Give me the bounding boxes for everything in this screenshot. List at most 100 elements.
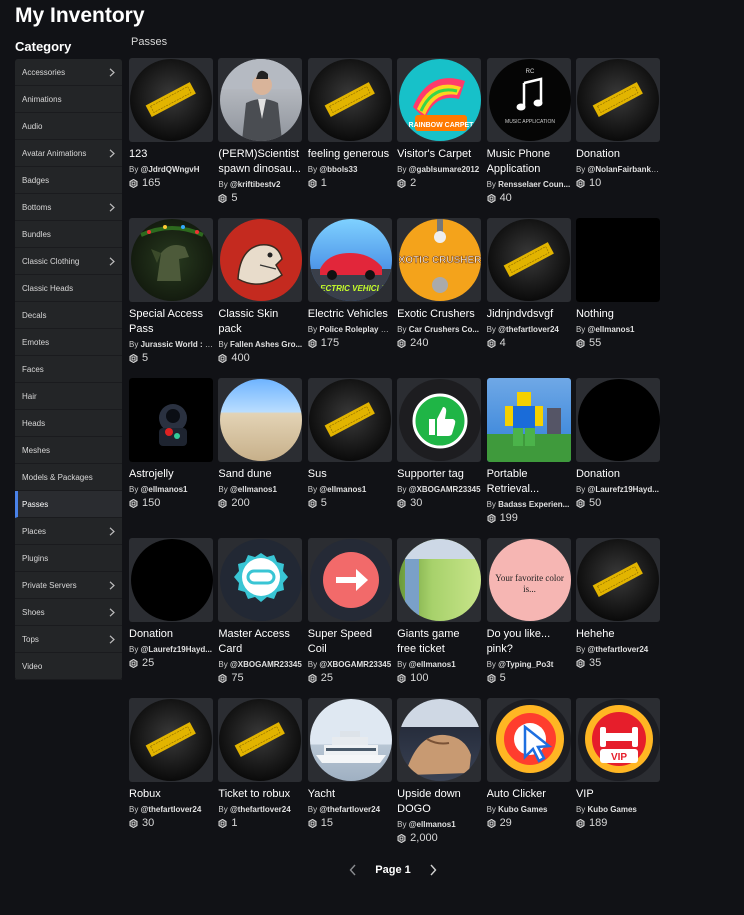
inventory-item-card[interactable]: Donation By @Laurefz19Hayd... 50 — [575, 378, 660, 538]
creator-link[interactable]: @Laurefz19Hayd... — [141, 645, 212, 654]
creator-link[interactable]: @ellmanos1 — [319, 485, 366, 494]
item-name[interactable]: Super Speed Coil — [308, 627, 392, 657]
item-thumbnail[interactable] — [486, 378, 571, 462]
item-name[interactable]: feeling generous — [308, 147, 392, 162]
inventory-item-card[interactable]: EXOTIC CRUSHERS Exotic Crushers By Car Cru… — [397, 218, 482, 378]
item-thumbnail[interactable] — [575, 538, 660, 622]
sidebar-item-emotes[interactable]: Emotes — [15, 329, 122, 356]
item-name[interactable]: Ticket to robux — [218, 787, 302, 802]
item-thumbnail[interactable] — [307, 378, 392, 462]
item-thumbnail[interactable] — [218, 698, 303, 782]
sidebar-item-models-packages[interactable]: Models & Packages — [15, 464, 122, 491]
item-thumbnail[interactable] — [218, 58, 303, 142]
item-thumbnail[interactable] — [129, 538, 213, 622]
item-thumbnail[interactable]: RAINBOW CARPET — [397, 58, 482, 142]
sidebar-item-places[interactable]: Places — [15, 518, 122, 545]
item-name[interactable]: 123 — [129, 147, 213, 162]
item-name[interactable]: Sus — [308, 467, 392, 482]
item-name[interactable]: Special Access Pass — [129, 307, 213, 337]
item-thumbnail[interactable] — [307, 538, 392, 622]
prev-page-button[interactable] — [349, 864, 357, 876]
item-thumbnail[interactable] — [129, 378, 213, 462]
creator-link[interactable]: @JdrdQWngvH — [141, 165, 200, 174]
creator-link[interactable]: Jurassic World : R... — [141, 340, 213, 349]
creator-link[interactable]: @Laurefz19Hayd... — [588, 485, 659, 494]
inventory-item-card[interactable]: ELECTRIC VEHICLES Electric Vehicles By Pol… — [307, 218, 392, 378]
sidebar-item-accessories[interactable]: Accessories — [15, 59, 122, 86]
inventory-item-card[interactable]: Donation By @Laurefz19Hayd... 25 — [129, 538, 213, 698]
item-name[interactable]: Classic Skin pack — [218, 307, 302, 337]
inventory-item-card[interactable]: 123 By @JdrdQWngvH 165 — [129, 58, 213, 218]
item-thumbnail[interactable] — [397, 538, 482, 622]
creator-link[interactable]: @NolanFairbanks... — [588, 165, 660, 174]
item-thumbnail[interactable] — [397, 698, 482, 782]
inventory-item-card[interactable]: feeling generous By @bbols33 1 — [307, 58, 392, 218]
item-name[interactable]: Do you like... pink? — [487, 627, 571, 657]
inventory-item-card[interactable]: Supporter tag By @XBOGAMR23345 30 — [397, 378, 482, 538]
sidebar-item-classic-clothing[interactable]: Classic Clothing — [15, 248, 122, 275]
item-thumbnail[interactable] — [575, 378, 660, 462]
item-name[interactable]: Music Phone Application — [487, 147, 571, 177]
creator-link[interactable]: @gablsumare2012 — [409, 165, 480, 174]
item-thumbnail[interactable] — [218, 538, 303, 622]
inventory-item-card[interactable]: Super Speed Coil By @XBOGAMR23345 25 — [307, 538, 392, 698]
item-thumbnail[interactable] — [575, 58, 660, 142]
creator-link[interactable]: @XBOGAMR23345 — [230, 660, 302, 669]
creator-link[interactable]: Kubo Games — [498, 805, 547, 814]
inventory-item-card[interactable]: Hehehe By @thefartlover24 35 — [575, 538, 660, 698]
item-thumbnail[interactable] — [129, 698, 213, 782]
item-thumbnail[interactable] — [218, 378, 303, 462]
sidebar-item-animations[interactable]: Animations — [15, 86, 122, 113]
creator-link[interactable]: @ellmanos1 — [230, 485, 277, 494]
sidebar-item-bundles[interactable]: Bundles — [15, 221, 122, 248]
item-thumbnail[interactable] — [397, 378, 482, 462]
creator-link[interactable]: Rensselaer Coun... — [498, 180, 570, 189]
inventory-item-card[interactable]: Sand dune By @ellmanos1 200 — [218, 378, 303, 538]
next-page-button[interactable] — [429, 864, 437, 876]
creator-link[interactable]: @thefartlover24 — [498, 325, 559, 334]
item-thumbnail[interactable]: ELECTRIC VEHICLES — [307, 218, 392, 302]
creator-link[interactable]: @bbols33 — [319, 165, 357, 174]
item-name[interactable]: Robux — [129, 787, 213, 802]
item-thumbnail[interactable]: RC MUSIC APPLICATION — [486, 58, 571, 142]
creator-link[interactable]: Car Crushers Co... — [409, 325, 479, 334]
creator-link[interactable]: Kubo Games — [588, 805, 637, 814]
creator-link[interactable]: Fallen Ashes Gro... — [230, 340, 302, 349]
inventory-item-card[interactable]: Jidnjndvdsvgf By @thefartlover24 4 — [486, 218, 571, 378]
creator-link[interactable]: @thefartlover24 — [230, 805, 291, 814]
item-name[interactable]: Giants game free ticket — [397, 627, 481, 657]
creator-link[interactable]: @ellmanos1 — [409, 660, 456, 669]
item-name[interactable]: Donation — [576, 147, 660, 162]
inventory-item-card[interactable]: VIP VIP By Kubo Games 189 — [575, 698, 660, 858]
inventory-item-card[interactable]: RAINBOW CARPET Visitor's Carpet By @gablsu… — [397, 58, 482, 218]
inventory-item-card[interactable]: Robux By @thefartlover24 30 — [129, 698, 213, 858]
creator-link[interactable]: @kriftibestv2 — [230, 180, 280, 189]
creator-link[interactable]: @ellmanos1 — [409, 820, 456, 829]
item-thumbnail[interactable] — [307, 698, 392, 782]
item-name[interactable]: Nothing — [576, 307, 660, 322]
item-thumbnail[interactable]: EXOTIC CRUSHERS — [397, 218, 482, 302]
item-name[interactable]: Yacht — [308, 787, 392, 802]
creator-link[interactable]: @XBOGAMR23345 — [319, 660, 391, 669]
sidebar-item-bottoms[interactable]: Bottoms — [15, 194, 122, 221]
item-thumbnail[interactable] — [218, 218, 303, 302]
item-name[interactable]: Supporter tag — [397, 467, 481, 482]
item-name[interactable]: Sand dune — [218, 467, 302, 482]
item-thumbnail[interactable] — [129, 218, 213, 302]
sidebar-item-video[interactable]: Video — [15, 653, 122, 680]
item-thumbnail[interactable] — [486, 218, 571, 302]
inventory-item-card[interactable]: Giants game free ticket By @ellmanos1 100 — [397, 538, 482, 698]
item-thumbnail[interactable] — [129, 58, 213, 142]
inventory-item-card[interactable]: RC MUSIC APPLICATION Music Phone Applicati… — [486, 58, 571, 218]
item-thumbnail[interactable]: VIP — [575, 698, 660, 782]
sidebar-item-avatar-animations[interactable]: Avatar Animations — [15, 140, 122, 167]
item-thumbnail[interactable] — [575, 218, 660, 302]
item-name[interactable]: Visitor's Carpet — [397, 147, 481, 162]
item-name[interactable]: Donation — [129, 627, 213, 642]
item-name[interactable]: Exotic Crushers — [397, 307, 481, 322]
item-name[interactable]: (PERM)Scientist spawn dinosau... — [218, 147, 302, 177]
creator-link[interactable]: Badass Experien... — [498, 500, 569, 509]
creator-link[interactable]: @thefartlover24 — [588, 645, 649, 654]
creator-link[interactable]: @XBOGAMR23345 — [409, 485, 481, 494]
item-name[interactable]: Portable Retrieval... — [487, 467, 571, 497]
